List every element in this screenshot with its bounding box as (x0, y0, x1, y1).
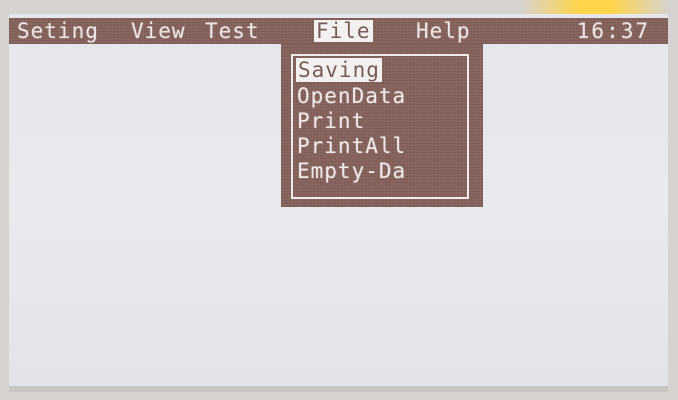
menu-test[interactable]: Test (205, 18, 260, 44)
dropdown-item-printall[interactable]: PrintAll (297, 134, 406, 158)
dropdown-item-print[interactable]: Print (297, 109, 365, 133)
indicator-glow (520, 0, 670, 14)
file-dropdown-menu: Saving OpenData Print PrintAll Empty-Da (281, 44, 483, 207)
menu-seting[interactable]: Seting (17, 18, 99, 44)
clock-display: 16:37 (576, 19, 650, 43)
lcd-screen: Seting View Test File Help 16:37 Saving … (9, 14, 668, 387)
menu-view[interactable]: View (131, 18, 186, 44)
dropdown-item-saving[interactable]: Saving (296, 58, 382, 82)
menu-bar: Seting View Test File Help 16:37 (9, 18, 668, 44)
menu-file[interactable]: File (314, 20, 373, 42)
screen-bottom-edge (9, 386, 668, 392)
dropdown-item-empty-da[interactable]: Empty-Da (297, 159, 406, 183)
menu-help[interactable]: Help (416, 18, 471, 44)
dropdown-item-opendata[interactable]: OpenData (297, 84, 406, 108)
